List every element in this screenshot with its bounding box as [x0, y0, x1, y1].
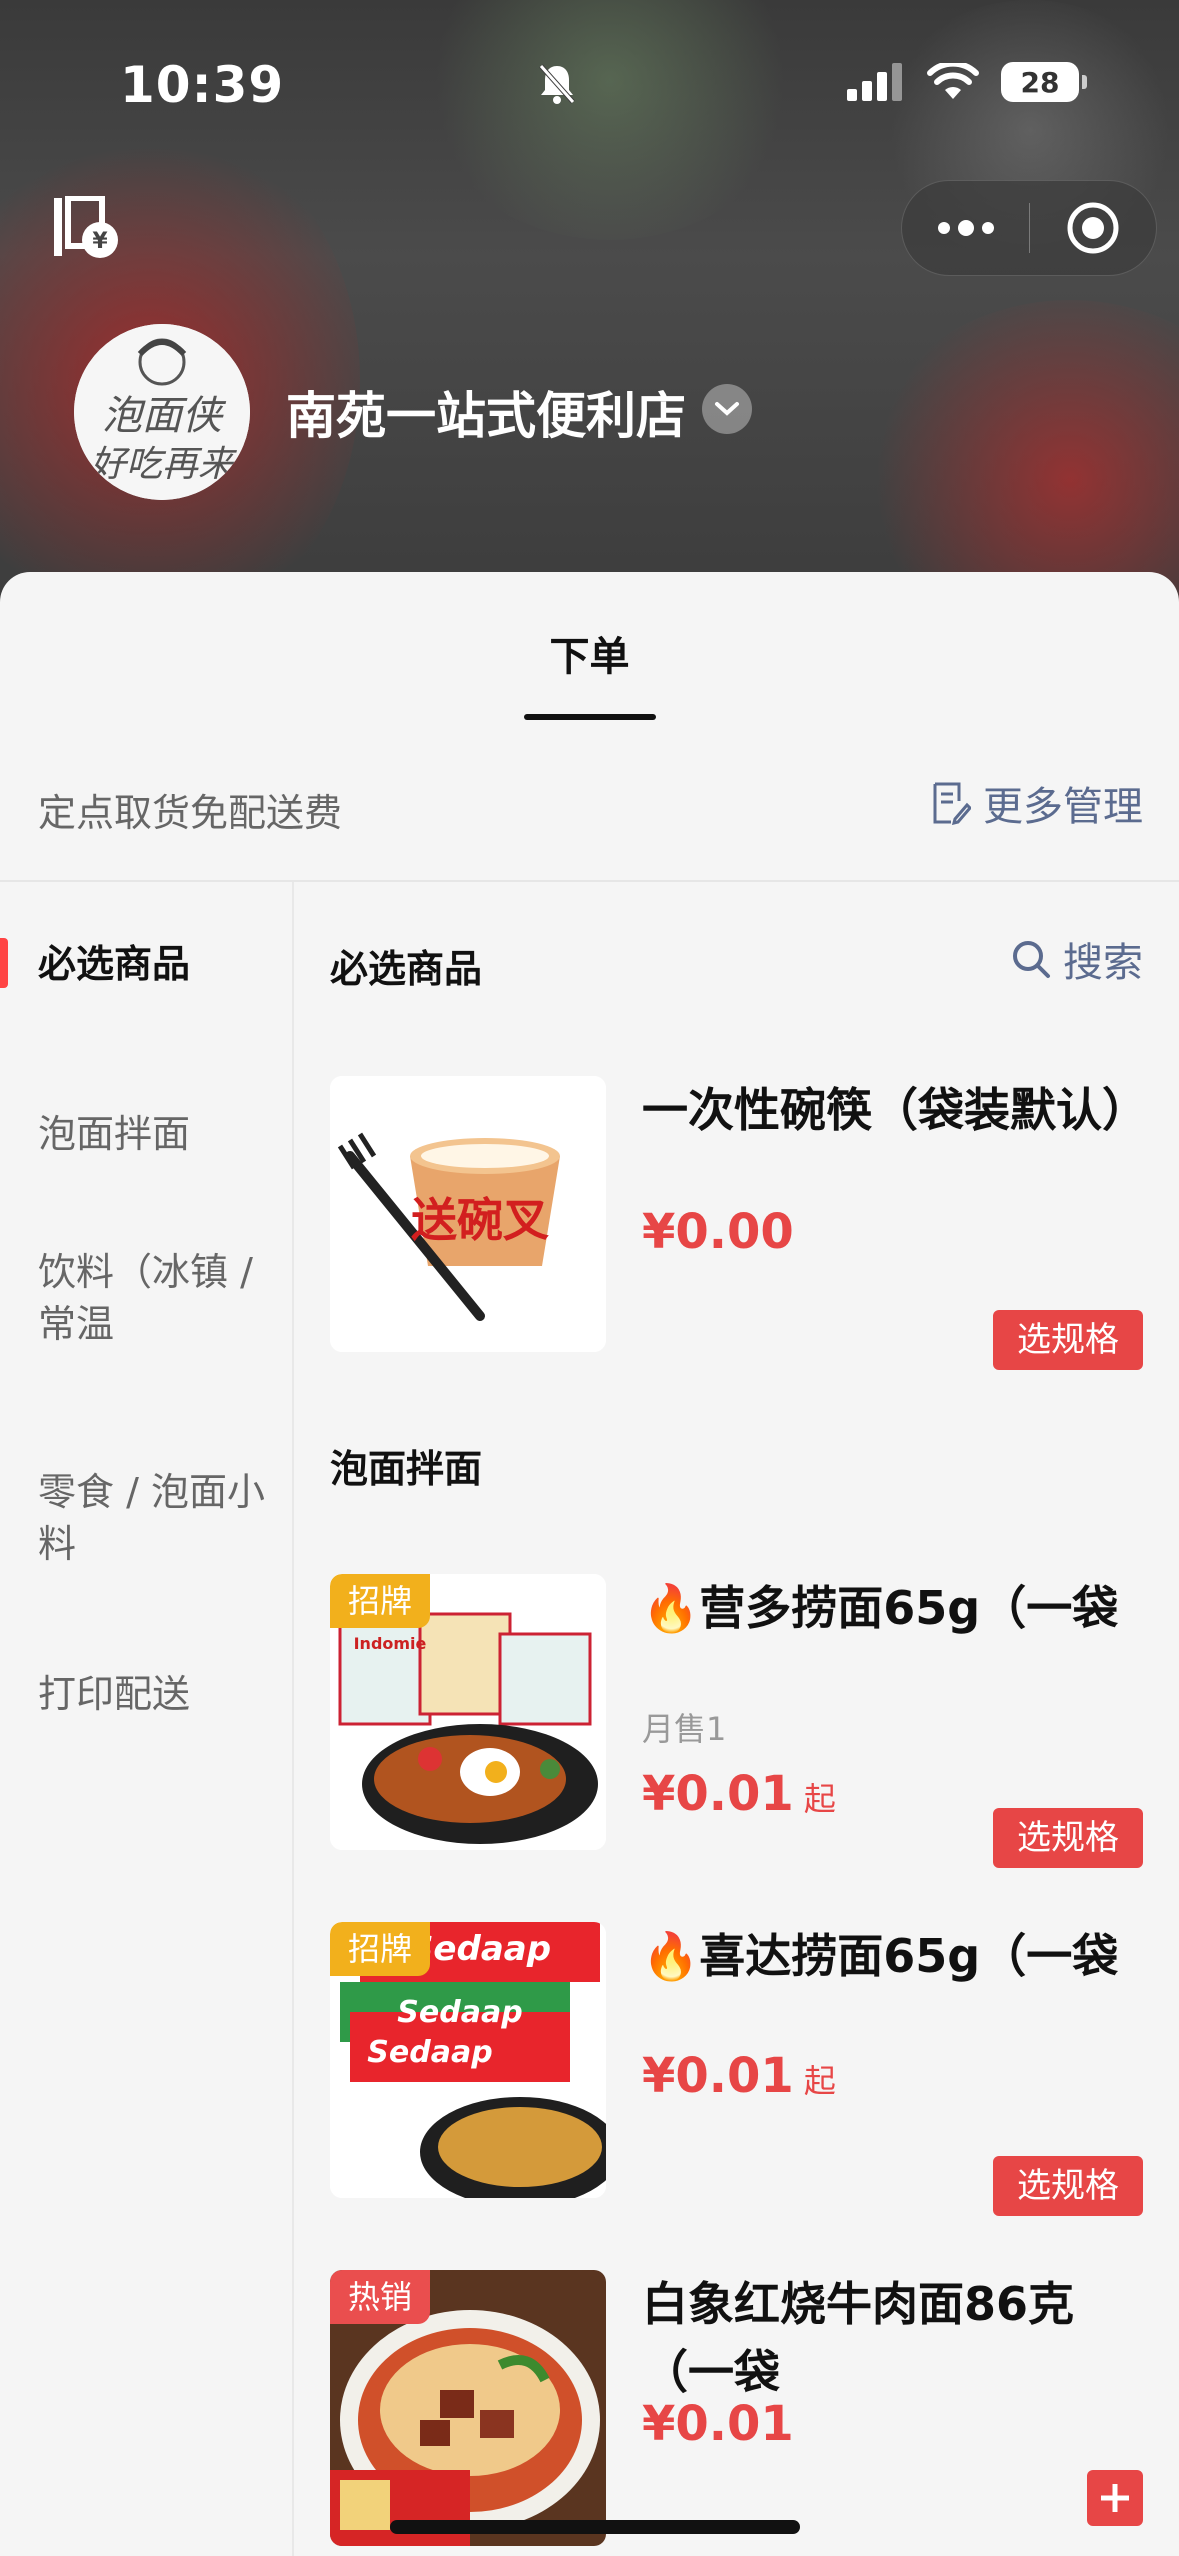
svg-text:Sedaap: Sedaap: [409, 1929, 551, 1969]
status-icons: 28: [539, 62, 1087, 104]
bell-muted-icon: [539, 64, 575, 104]
search-button[interactable]: 搜索: [1011, 930, 1143, 988]
product-list: 必选商品 搜索 送碗叉 一次性碗筷（袋装默认） ¥0.00 选规格 泡面拌面 I…: [296, 882, 1179, 2556]
wifi-icon: [927, 63, 979, 99]
home-indicator[interactable]: [390, 2520, 800, 2534]
price-value: ¥0.01: [642, 2048, 794, 2104]
section-title: 必选商品: [330, 947, 483, 991]
bill-icon[interactable]: ¥: [52, 195, 122, 260]
svg-text:Indomie: Indomie: [354, 1634, 427, 1653]
more-manage-link[interactable]: 更多管理: [931, 774, 1143, 832]
badge-hot: 热销: [330, 2270, 431, 2324]
product-price: ¥0.01: [642, 2396, 794, 2452]
close-target-button[interactable]: [1030, 180, 1156, 276]
sidebar-item-noodles[interactable]: 泡面拌面: [38, 1108, 294, 1160]
svg-text:好吃再来: 好吃再来: [90, 444, 237, 485]
product-name[interactable]: 🔥喜达捞面65g（一袋: [642, 1922, 1142, 1990]
search-icon: [1013, 941, 1050, 978]
document-edit-icon: [933, 782, 971, 825]
store-name[interactable]: 南苑一站式便利店: [286, 376, 686, 448]
chevron-down-icon[interactable]: [702, 384, 752, 434]
select-spec-button[interactable]: 选规格: [993, 1310, 1143, 1370]
miniprogram-capsule: [901, 180, 1157, 276]
price-suffix: 起: [803, 1780, 836, 1818]
price-suffix: 起: [803, 2062, 836, 2100]
price-value: ¥0.01: [642, 2396, 794, 2452]
battery-indicator: 28: [1001, 62, 1087, 102]
sidebar-item-drinks[interactable]: 饮料（冰镇 / 常温: [38, 1246, 294, 1350]
product-name[interactable]: 白象红烧牛肉面86克（一袋: [642, 2270, 1142, 2406]
select-spec-button[interactable]: 选规格: [993, 1808, 1143, 1868]
product-name[interactable]: 一次性碗筷（袋装默认）: [642, 1076, 1148, 1144]
sidebar-item-required[interactable]: 必选商品: [38, 938, 294, 990]
monthly-sales: 月售1: [642, 1710, 727, 1748]
price-value: ¥0.01: [642, 1766, 794, 1822]
order-sheet: 下单 定点取货免配送费 更多管理 必选商品 泡面拌面 饮料（冰镇 / 常温 零食…: [0, 572, 1179, 2556]
store-avatar[interactable]: 泡面侠 好吃再来: [74, 324, 250, 500]
product-price: ¥0.00: [642, 1204, 794, 1260]
svg-text:Sedaap: Sedaap: [397, 1995, 522, 2030]
sidebar-item-print-delivery[interactable]: 打印配送: [38, 1668, 294, 1720]
select-spec-button[interactable]: 选规格: [993, 2156, 1143, 2216]
svg-text:泡面侠: 泡面侠: [102, 393, 227, 439]
product-image[interactable]: 送碗叉: [330, 1076, 606, 1352]
price-value: ¥0.00: [642, 1204, 794, 1260]
search-label: 搜索: [1063, 940, 1143, 986]
more-menu-button[interactable]: [902, 180, 1029, 276]
plus-icon: [1101, 2484, 1129, 2512]
badge-signature: 招牌: [330, 1574, 431, 1628]
product-name[interactable]: 🔥营多捞面65g（一袋: [642, 1574, 1142, 1642]
badge-signature: 招牌: [330, 1922, 431, 1976]
svg-text:Sedaap: Sedaap: [367, 2035, 492, 2070]
pickup-notice: 定点取货免配送费: [38, 791, 343, 835]
svg-text:送碗叉: 送碗叉: [411, 1193, 549, 1247]
active-category-indicator: [0, 938, 8, 988]
product-image[interactable]: 热销: [330, 2270, 606, 2546]
section-title: 泡面拌面: [330, 1447, 483, 1491]
product-image[interactable]: Indomie 招牌: [330, 1574, 606, 1850]
tab-indicator: [524, 714, 656, 720]
target-icon: [1067, 202, 1119, 254]
more-manage-label: 更多管理: [983, 784, 1143, 830]
signal-icon: [847, 63, 902, 101]
category-sidebar: 必选商品 泡面拌面 饮料（冰镇 / 常温 零食 / 泡面小料 打印配送: [0, 882, 294, 2556]
svg-text:¥: ¥: [92, 229, 108, 254]
sidebar-item-snacks[interactable]: 零食 / 泡面小料: [38, 1466, 294, 1570]
product-price: ¥0.01 起: [642, 2048, 836, 2104]
product-image[interactable]: Sedaap Sedaap Sedaap 招牌: [330, 1922, 606, 2198]
tab-bar: 下单: [0, 572, 1179, 732]
tab-order[interactable]: 下单: [0, 624, 1179, 682]
add-to-cart-button[interactable]: [1087, 2470, 1143, 2526]
product-price: ¥0.01 起: [642, 1766, 836, 1822]
status-time: 10:39: [120, 56, 285, 114]
